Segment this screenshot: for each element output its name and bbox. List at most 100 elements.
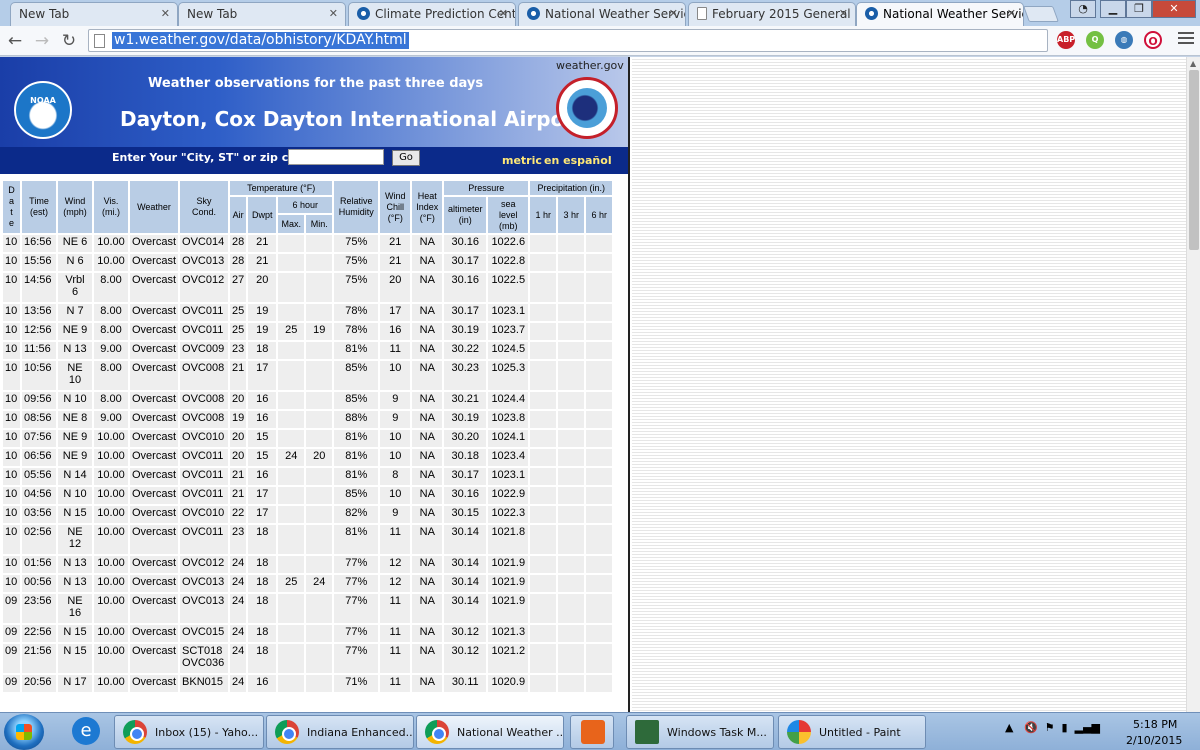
- tab-climate-prediction[interactable]: Climate Prediction Cent ✕: [348, 2, 516, 26]
- close-icon[interactable]: ✕: [329, 7, 338, 20]
- weather-gov-link[interactable]: weather.gov: [556, 59, 624, 72]
- cell-weather: Overcast: [130, 411, 179, 428]
- cell-six-hour-max: 24: [278, 449, 305, 466]
- cell-weather: Overcast: [130, 468, 179, 485]
- restore-button[interactable]: ❐: [1126, 0, 1152, 18]
- power-icon[interactable]: ▮: [1062, 721, 1068, 734]
- cell-weather: Overcast: [130, 556, 179, 573]
- address-bar[interactable]: w1.weather.gov/data/obhistory/KDAY.html …: [88, 29, 1129, 52]
- metric-link[interactable]: metric: [502, 154, 542, 167]
- close-icon[interactable]: ✕: [839, 7, 848, 20]
- cell-precip-3hr: [558, 273, 585, 302]
- cell-sky: OVC011: [180, 468, 229, 485]
- taskbar-item-national-weather[interactable]: National Weather ...: [416, 715, 564, 749]
- tab-nws-1[interactable]: National Weather Servic ✕: [518, 2, 686, 26]
- scroll-up-arrow-icon[interactable]: ▲: [1190, 59, 1196, 68]
- page-title: Dayton, Cox Dayton International Airport: [120, 107, 584, 131]
- taskbar-item-paint[interactable]: Untitled - Paint: [778, 715, 926, 749]
- taskbar-item-media-player[interactable]: [570, 715, 614, 749]
- cell-precip-1hr: [530, 361, 557, 390]
- cell-humidity: 81%: [334, 468, 379, 485]
- flag-icon[interactable]: ⚑: [1045, 721, 1055, 734]
- taskbar-item-indiana[interactable]: Indiana Enhanced...: [266, 715, 414, 749]
- noaa-favicon-icon: [357, 7, 370, 20]
- start-button[interactable]: [4, 714, 44, 750]
- cell-weather: Overcast: [130, 525, 179, 554]
- table-row: 10 16:56 NE 6 10.00 Overcast OVC014 28 21 75% 21 N…: [3, 235, 613, 252]
- cell-precip-6hr: [586, 644, 613, 673]
- clock-time[interactable]: 5:18 PM: [1133, 718, 1177, 731]
- cell-heat-index: NA: [412, 594, 443, 623]
- taskbar-item-task-manager[interactable]: Windows Task M...: [626, 715, 774, 749]
- cell-wind: N 17: [58, 675, 92, 692]
- cell-heat-index: NA: [412, 430, 443, 447]
- cell-heat-index: NA: [412, 575, 443, 592]
- close-icon[interactable]: ✕: [669, 7, 678, 20]
- tab-new-tab-1[interactable]: New Tab ✕: [10, 2, 178, 26]
- nws-logo[interactable]: [556, 77, 618, 139]
- back-arrow-icon[interactable]: ←: [5, 31, 25, 51]
- taskbar-item-inbox[interactable]: Inbox (15) - Yaho...: [114, 715, 264, 749]
- cell-precip-3hr: [558, 644, 585, 673]
- cell-air: 22: [230, 506, 247, 523]
- cell-altimeter: 30.20: [444, 430, 487, 447]
- close-icon[interactable]: ✕: [161, 7, 170, 20]
- menu-icon[interactable]: [1178, 32, 1194, 47]
- adblock-icon[interactable]: ABP: [1057, 31, 1075, 49]
- scrollbar-thumb[interactable]: [1189, 70, 1199, 250]
- espanol-link[interactable]: en español: [544, 154, 612, 167]
- chrome-icon: [123, 720, 147, 744]
- opera-extension-icon[interactable]: O: [1144, 31, 1162, 49]
- close-window-button[interactable]: ✕: [1152, 0, 1196, 18]
- cell-heat-index: NA: [412, 625, 443, 642]
- table-row: 09 23:56 NE 16 10.00 Overcast OVC013 24 18 77% 11…: [3, 594, 613, 623]
- table-row: 10 08:56 NE 8 9.00 Overcast OVC008 19 16 88% 9 NA 3…: [3, 411, 613, 428]
- clock-date[interactable]: 2/10/2015: [1126, 734, 1182, 747]
- header-air: Air: [230, 197, 247, 233]
- volume-muted-icon[interactable]: 🔇: [1024, 721, 1038, 734]
- cell-date: 10: [3, 361, 20, 390]
- tab-new-tab-2[interactable]: New Tab ✕: [178, 2, 346, 26]
- cell-precip-6hr: [586, 254, 613, 271]
- cell-precip-1hr: [530, 273, 557, 302]
- cell-visibility: 9.00: [94, 411, 128, 428]
- tab-nws-active[interactable]: National Weather Servic ✕: [856, 2, 1024, 26]
- tab-title: National Weather Servic: [545, 7, 686, 21]
- observations-table: D a t e Time (est) Wind (mph) Vis. (mi.)…: [1, 179, 614, 694]
- cell-heat-index: NA: [412, 392, 443, 409]
- cell-humidity: 81%: [334, 525, 379, 554]
- cell-weather: Overcast: [130, 506, 179, 523]
- tab-february-2015[interactable]: February 2015 General D ✕: [688, 2, 856, 26]
- network-signal-icon[interactable]: ▂▄▆: [1075, 721, 1100, 734]
- cell-time: 01:56: [22, 556, 56, 573]
- internet-explorer-icon[interactable]: e: [72, 717, 100, 745]
- cell-weather: Overcast: [130, 487, 179, 504]
- cell-precip-3hr: [558, 575, 585, 592]
- show-hidden-icons-icon[interactable]: ▲: [1005, 721, 1013, 734]
- noaa-logo[interactable]: NOAA: [14, 81, 72, 139]
- cell-six-hour-max: [278, 675, 305, 692]
- reload-icon[interactable]: ↻: [59, 31, 79, 51]
- browser-toolbar: ← → ↻ w1.weather.gov/data/obhistory/KDAY…: [0, 26, 1200, 56]
- close-icon[interactable]: ✕: [499, 7, 508, 20]
- globe-extension-icon[interactable]: ◍: [1115, 31, 1133, 49]
- cell-heat-index: NA: [412, 487, 443, 504]
- cell-six-hour-min: 24: [306, 575, 333, 592]
- location-search-bar: Enter Your "City, ST" or zip code Go met…: [0, 147, 628, 174]
- cell-heat-index: NA: [412, 411, 443, 428]
- forward-arrow-icon[interactable]: →: [32, 31, 52, 51]
- cell-date: 09: [3, 625, 20, 642]
- profile-icon[interactable]: ◔: [1070, 0, 1096, 18]
- new-tab-button[interactable]: [1023, 6, 1059, 22]
- cell-weather: Overcast: [130, 323, 179, 340]
- vertical-scrollbar[interactable]: ▲: [1186, 57, 1200, 713]
- cell-altimeter: 30.17: [444, 304, 487, 321]
- url-text[interactable]: w1.weather.gov/data/obhistory/KDAY.html: [112, 32, 409, 49]
- cell-precip-1hr: [530, 411, 557, 428]
- cell-precip-1hr: [530, 556, 557, 573]
- go-button[interactable]: Go: [392, 150, 420, 166]
- close-icon[interactable]: ✕: [1007, 7, 1016, 20]
- location-search-input[interactable]: [288, 149, 384, 165]
- extension-q-icon[interactable]: Q: [1086, 31, 1104, 49]
- minimize-button[interactable]: ▁: [1100, 0, 1126, 18]
